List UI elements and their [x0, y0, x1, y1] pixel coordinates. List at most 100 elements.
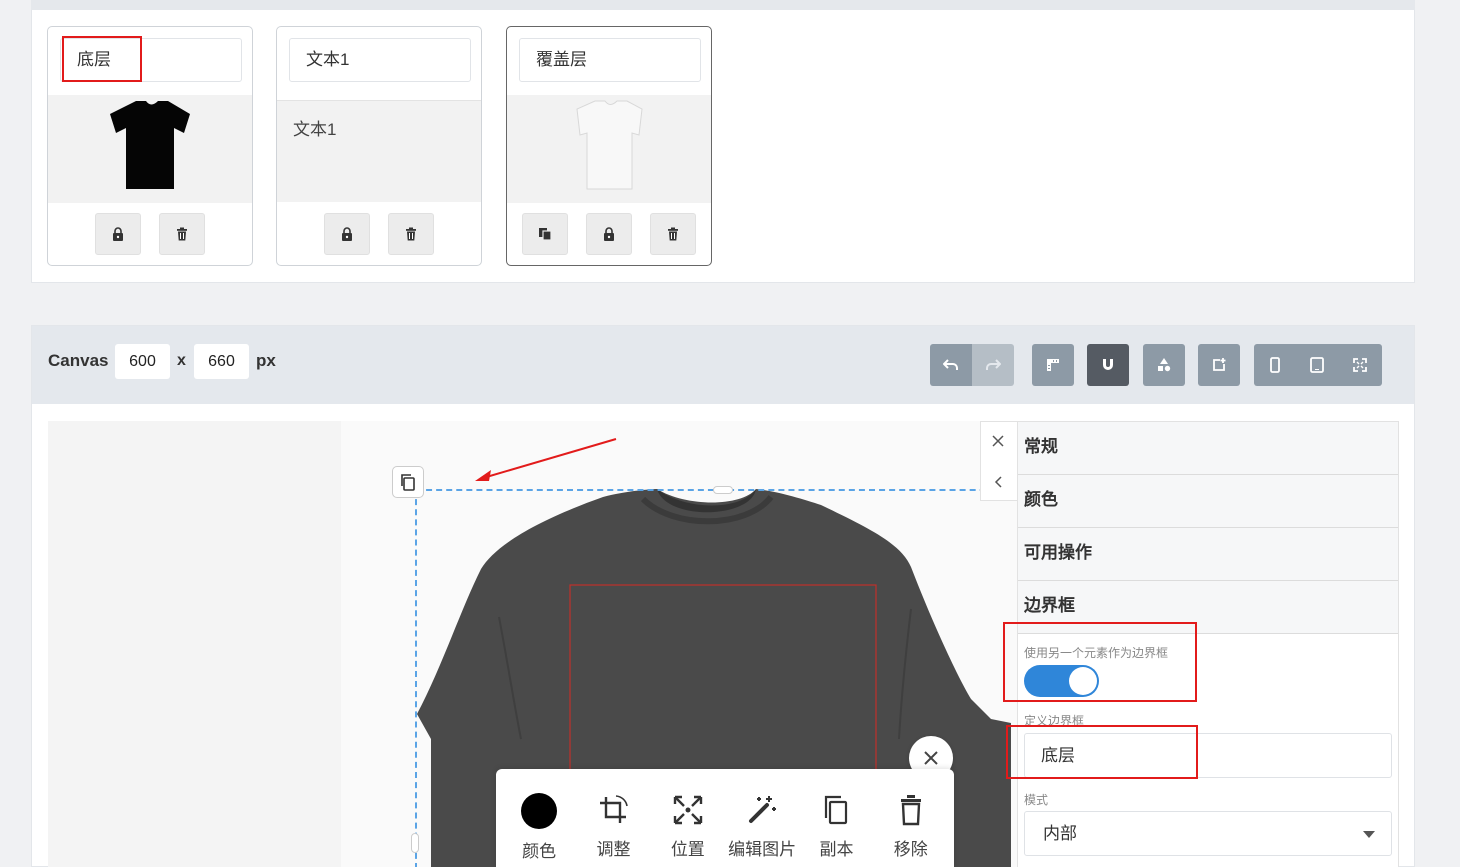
mode-select[interactable]: 内部 [1024, 811, 1392, 856]
remove-tool-label: 移除 [893, 840, 928, 859]
lock-button[interactable] [586, 213, 632, 255]
use-other-element-toggle[interactable] [1024, 665, 1099, 697]
resize-handle-top[interactable] [713, 486, 733, 494]
close-icon [992, 435, 1004, 447]
use-other-element-label: 使用另一个元素作为边界框 [1024, 646, 1169, 660]
snap-magnet-button[interactable] [1087, 344, 1129, 386]
toggle-knob [1069, 667, 1097, 695]
context-toolbar: 颜色 调整 位置 编辑图片 副本 移除 [496, 769, 954, 867]
duplicate-tool-label: 副本 [819, 840, 854, 859]
lock-button[interactable] [95, 213, 141, 255]
add-canvas-icon [1213, 358, 1226, 371]
close-panel-button[interactable] [992, 434, 1004, 452]
duplicate-tool[interactable]: 副本 [799, 769, 873, 867]
chevron-left-icon [994, 476, 1002, 488]
position-tool-label: 位置 [670, 840, 705, 859]
define-bbox-input[interactable]: 底层 [1024, 733, 1392, 778]
layer-preview-black-tshirt [48, 95, 252, 203]
layer-card-text[interactable]: 文本1 文本1 [276, 26, 482, 266]
canvas-width-input[interactable]: 600 [115, 344, 170, 379]
layer-actions [507, 213, 711, 257]
layer-name-input[interactable]: 文本1 [289, 38, 471, 82]
remove-tool[interactable]: 移除 [874, 769, 948, 867]
layer-name-input[interactable]: 覆盖层 [519, 38, 701, 82]
phone-icon [1270, 357, 1280, 373]
layer-preview-white-tshirt [507, 95, 711, 203]
layer-card-base[interactable]: 底层 [47, 26, 253, 266]
copy-icon [825, 795, 848, 825]
mode-label: 模式 [1024, 793, 1049, 807]
layer-actions [48, 213, 252, 257]
editor-header: Canvas 600 x 660 px [32, 326, 1414, 404]
duplicate-handle[interactable] [392, 466, 424, 498]
position-tool[interactable]: 位置 [651, 769, 725, 867]
magic-wand-icon [749, 796, 777, 823]
caret-down-icon [1363, 831, 1375, 838]
color-swatch-icon [521, 793, 558, 829]
undo-button[interactable] [930, 344, 972, 386]
edit-image-tool-label: 编辑图片 [728, 840, 797, 859]
lock-icon [342, 227, 352, 241]
stage-left-area [48, 421, 341, 867]
resize-handle-left[interactable] [411, 833, 419, 853]
lock-icon [113, 227, 123, 241]
fullscreen-icon [1353, 358, 1367, 372]
section-general[interactable]: 常规 [1018, 422, 1398, 475]
lock-button[interactable] [324, 213, 370, 255]
undo-icon [943, 359, 958, 370]
black-tshirt-icon [110, 101, 190, 189]
layer-card-overlay[interactable]: 覆盖层 [506, 26, 712, 266]
delete-button[interactable] [650, 213, 696, 255]
color-tool[interactable]: 颜色 [502, 769, 576, 867]
section-bounding-box[interactable]: 边界框 [1018, 581, 1398, 634]
tablet-view-button[interactable] [1296, 344, 1338, 386]
collapse-panel-button[interactable] [994, 475, 1004, 493]
copy-icon [401, 474, 415, 491]
canvas-unit: px [256, 351, 276, 370]
shapes-button[interactable] [1143, 344, 1185, 386]
trash-icon [406, 227, 416, 241]
trash-icon [900, 795, 921, 826]
properties-panel: 常规 颜色 可用操作 边界框 使用另一个元素作为边界框 定义边界框 底层 模式 … [1017, 421, 1399, 867]
tablet-icon [1310, 357, 1324, 373]
canvas-height-input[interactable]: 660 [194, 344, 249, 379]
edit-image-tool[interactable]: 编辑图片 [725, 769, 799, 867]
position-arrows-icon [673, 795, 703, 825]
trash-icon [177, 227, 187, 241]
layer-actions [277, 213, 481, 257]
top-strip [31, 0, 1415, 10]
annotation-arrow-icon [475, 438, 617, 481]
dimension-separator: x [177, 352, 186, 369]
redo-icon [986, 359, 1001, 370]
delete-button[interactable] [388, 213, 434, 255]
ruler-icon [1047, 359, 1059, 371]
canvas-editor: Canvas 600 x 660 px 颜色 调整 位置 编辑图片 副本 移除 … [31, 325, 1415, 867]
design-stage[interactable]: 颜色 调整 位置 编辑图片 副本 移除 [341, 421, 1017, 867]
layers-panel: 底层 文本1 文本1 覆盖层 [31, 10, 1415, 283]
canvas-label: Canvas [48, 351, 109, 370]
adjust-tool[interactable]: 调整 [576, 769, 650, 867]
adjust-tool-label: 调整 [596, 840, 631, 859]
section-actions[interactable]: 可用操作 [1018, 528, 1398, 581]
crop-rotate-icon [600, 795, 629, 823]
fullscreen-button[interactable] [1338, 344, 1382, 386]
color-tool-label: 颜色 [522, 842, 557, 861]
phone-view-button[interactable] [1254, 344, 1296, 386]
lock-icon [604, 227, 614, 241]
duplicate-button[interactable] [522, 213, 568, 255]
add-element-button[interactable] [1198, 344, 1240, 386]
shapes-icon [1158, 358, 1171, 372]
layer-preview-text: 文本1 [277, 100, 481, 202]
bounding-box-left-edge [415, 489, 417, 867]
ruler-button[interactable] [1032, 344, 1074, 386]
close-icon [924, 751, 938, 765]
trash-icon [668, 227, 678, 241]
properties-side-controls [980, 421, 1018, 501]
section-color[interactable]: 颜色 [1018, 475, 1398, 528]
white-tshirt-icon [576, 100, 643, 190]
delete-button[interactable] [159, 213, 205, 255]
redo-button[interactable] [972, 344, 1014, 386]
define-bbox-label: 定义边界框 [1024, 714, 1085, 728]
layer-name-input[interactable]: 底层 [60, 38, 242, 82]
duplicate-icon [539, 228, 552, 241]
